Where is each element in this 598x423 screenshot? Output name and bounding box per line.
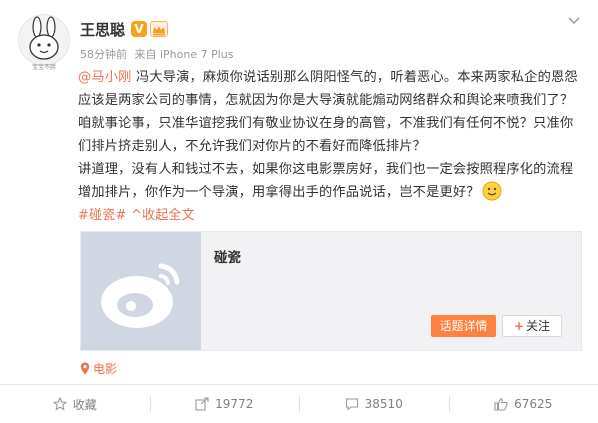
post-meta: 58分钟前 来自 iPhone 7 Plus (80, 46, 238, 62)
location-label: 电影 (93, 362, 118, 376)
weibo-logo-icon (81, 232, 201, 350)
location-pin-icon (80, 362, 90, 375)
post-text: @马小刚 冯大导演，麻烦你说话别那么阴阳怪气的，听着恶心。本来两家私企的恩怨应该… (78, 66, 586, 227)
follow-button[interactable]: + 关注 (502, 315, 562, 337)
rabbit-avatar-icon (29, 16, 59, 60)
like-icon (494, 397, 508, 411)
mention-link[interactable]: @马小刚 (78, 70, 132, 85)
post-time[interactable]: 58分钟前 (80, 48, 127, 61)
share-button[interactable]: 19772 (149, 385, 300, 423)
topic-thumbnail[interactable] (81, 232, 201, 350)
weibo-post-card: 宝宝不胖 王思聪 V 58分钟前 来自 iPhone 7 Plus @马小刚 冯… (0, 0, 598, 423)
topic-title[interactable]: 碰瓷 (214, 246, 241, 266)
collapse-label: 收起全文 (142, 208, 195, 223)
avatar-caption: 宝宝不胖 (31, 64, 56, 71)
username[interactable]: 王思聪 (80, 19, 125, 40)
like-button[interactable]: 67625 (448, 385, 598, 423)
comment-icon (345, 398, 358, 411)
topic-detail-button[interactable]: 话题详情 (431, 315, 496, 337)
vip-crown-icon[interactable] (150, 21, 169, 37)
favorite-label: 收藏 (72, 397, 97, 412)
name-row: 王思聪 V (80, 18, 169, 40)
post-source[interactable]: 来自 iPhone 7 Plus (135, 48, 234, 61)
follow-plus-icon: + (513, 319, 525, 333)
action-bar: 收藏 19772 38510 67625 (0, 385, 598, 423)
chevron-down-icon[interactable] (566, 12, 582, 28)
smile-icon (482, 181, 502, 201)
collapse-arrow: ^ (130, 208, 143, 223)
star-icon (52, 397, 67, 411)
hashtag-link[interactable]: #碰瓷# (78, 208, 127, 223)
comment-button[interactable]: 38510 (299, 385, 449, 423)
like-count: 67625 (514, 397, 553, 411)
favorite-button[interactable]: 收藏 (0, 385, 150, 423)
follow-label: 关注 (526, 319, 551, 333)
collapse-text-link[interactable]: ^收起全文 (131, 208, 195, 223)
location-link[interactable]: 电影 (80, 360, 117, 377)
topic-card[interactable]: 碰瓷 话题详情 + 关注 (80, 231, 582, 351)
share-icon (195, 397, 209, 411)
verified-v-icon[interactable]: V (131, 21, 148, 37)
post-body-paragraph-1: 冯大导演，麻烦你说话别那么阴阳怪气的，听着恶心。本来两家私企的恩怨应该是两家公司… (78, 70, 578, 154)
share-count: 19772 (215, 397, 254, 411)
comment-count: 38510 (364, 397, 403, 411)
tag-row: #碰瓷# ^收起全文 (78, 208, 195, 223)
avatar[interactable] (18, 14, 70, 66)
